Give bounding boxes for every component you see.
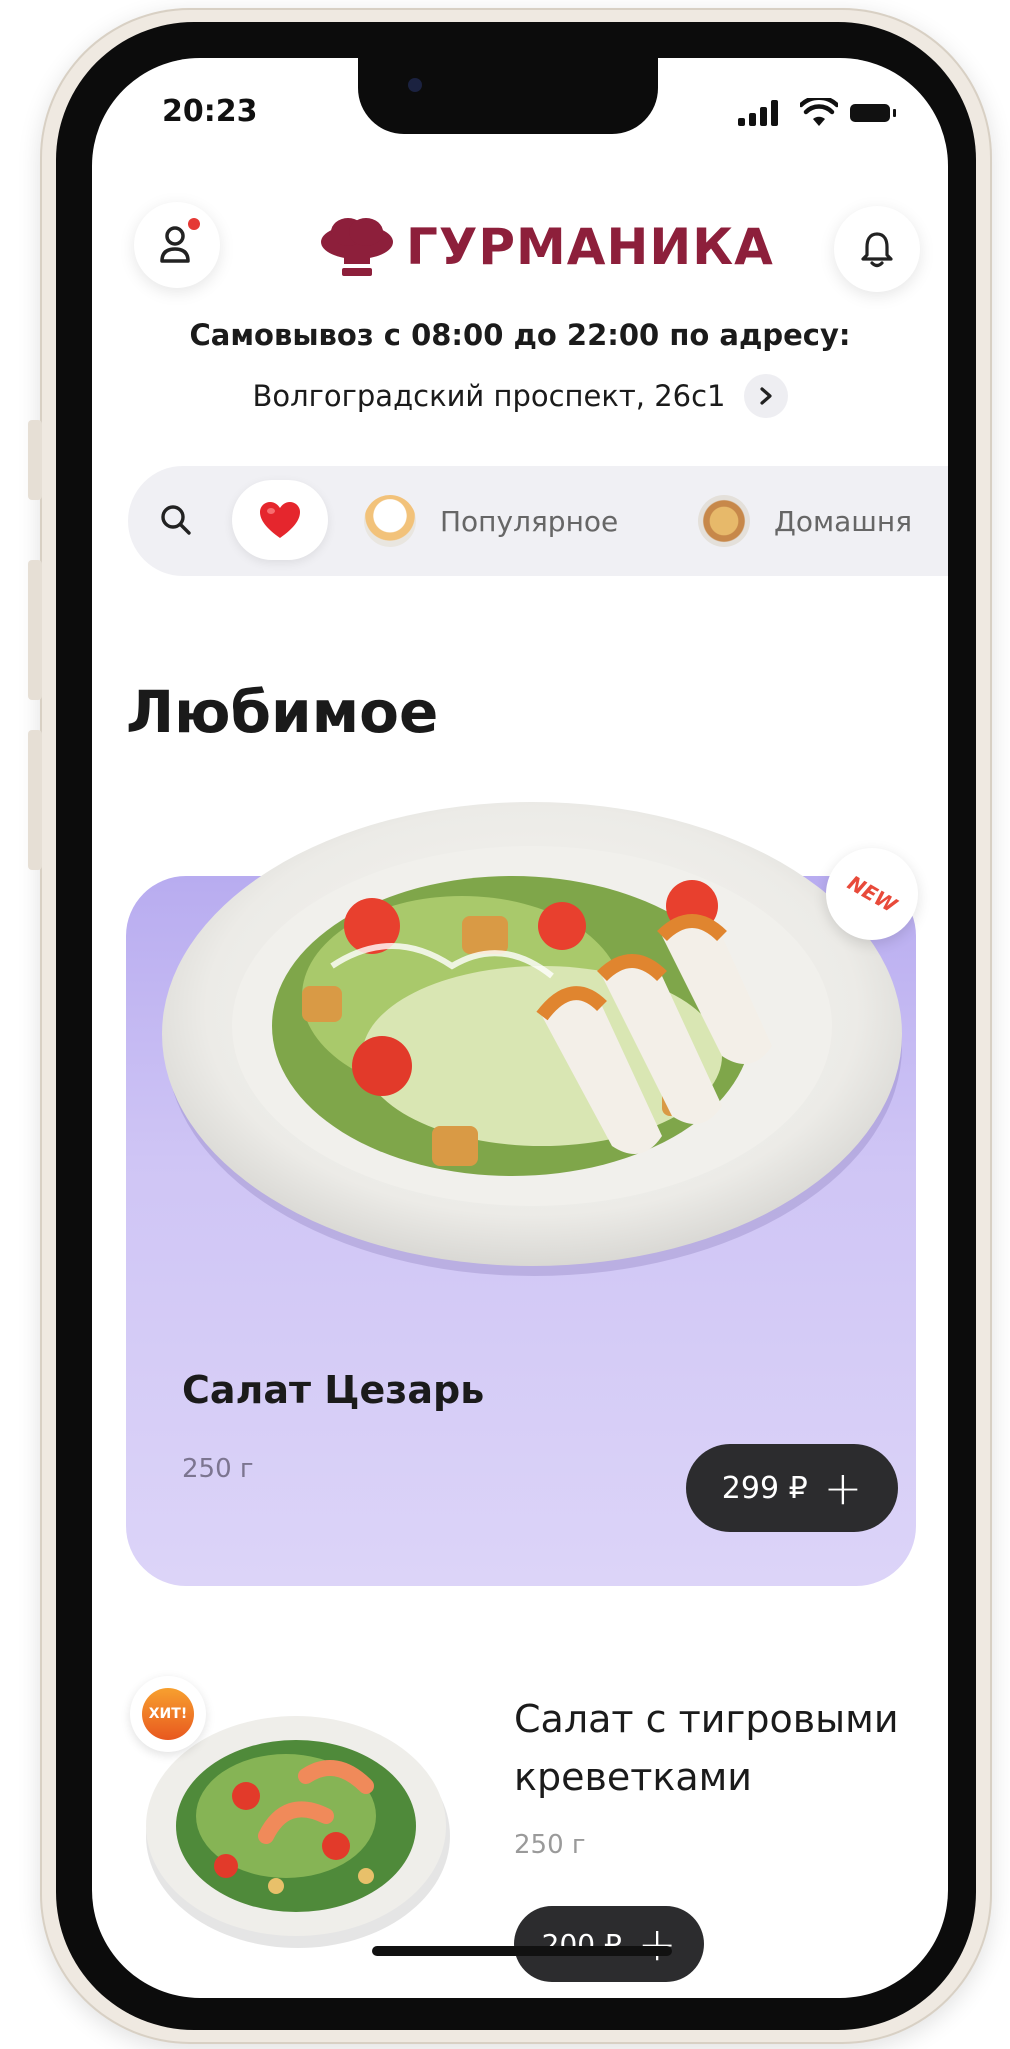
notch (358, 58, 658, 134)
price-label: 299 ₽ (721, 1470, 808, 1506)
notifications-button[interactable] (834, 206, 920, 292)
wifi-icon (800, 98, 838, 126)
tab-label: Популярное (440, 504, 619, 538)
category-bar: Популярное Домашня (128, 466, 948, 576)
add-to-cart-button[interactable]: 299 ₽ + (686, 1444, 898, 1532)
pickup-address-row[interactable]: Волгоградский проспект, 26с1 (92, 374, 948, 418)
home-dish-thumbnail (698, 495, 750, 547)
product-weight: 250 г (514, 1830, 586, 1860)
product-name[interactable]: Салат Цезарь (182, 1368, 484, 1412)
battery-icon (850, 104, 896, 122)
plus-icon: + (823, 1461, 863, 1515)
bell-icon (861, 232, 893, 268)
profile-icon (160, 226, 190, 263)
tab-home-food[interactable]: Домашня (698, 488, 912, 554)
tab-label: Домашня (774, 504, 913, 538)
tab-popular[interactable]: Популярное (364, 488, 618, 554)
app-screen: 20:23 ГУРМАНИКА Самовывоз с 08:00 до 22:… (92, 58, 948, 1998)
search-button[interactable] (136, 480, 216, 560)
signal-icon (738, 100, 786, 126)
chef-hat-icon (321, 218, 393, 276)
brand-logo: ГУРМАНИКА (320, 212, 774, 282)
volume-up-button (28, 560, 42, 700)
volume-down-button (28, 730, 42, 870)
section-title: Любимое (126, 678, 439, 746)
new-badge: NEW (826, 848, 918, 940)
add-to-cart-button[interactable]: 200 ₽ + (514, 1906, 704, 1982)
profile-button[interactable] (134, 202, 220, 288)
popular-dish-thumbnail (364, 495, 416, 547)
side-button (28, 420, 42, 500)
heart-icon (260, 502, 300, 538)
status-icons (738, 98, 896, 128)
hit-badge-label: ХИТ! (142, 1688, 194, 1740)
status-time: 20:23 (162, 94, 258, 129)
brand-name: ГУРМАНИКА (406, 218, 774, 276)
new-badge-label: NEW (843, 870, 901, 918)
pickup-hours: Самовывоз с 08:00 до 22:00 по адресу: (189, 318, 851, 352)
pickup-address: Волгоградский проспект, 26с1 (252, 379, 726, 413)
caesar-salad-image[interactable] (132, 776, 932, 1296)
home-indicator[interactable] (372, 1946, 672, 1956)
plus-icon: + (637, 1917, 677, 1971)
hit-badge: ХИТ! (130, 1676, 206, 1752)
product-name[interactable]: Салат с тигровыми креветками (514, 1690, 934, 1806)
search-icon (161, 505, 191, 535)
favorites-tab[interactable] (232, 480, 328, 560)
chevron-right-icon[interactable] (743, 374, 788, 418)
product-weight: 250 г (182, 1454, 254, 1484)
camera (408, 78, 422, 92)
notification-dot (188, 218, 200, 230)
